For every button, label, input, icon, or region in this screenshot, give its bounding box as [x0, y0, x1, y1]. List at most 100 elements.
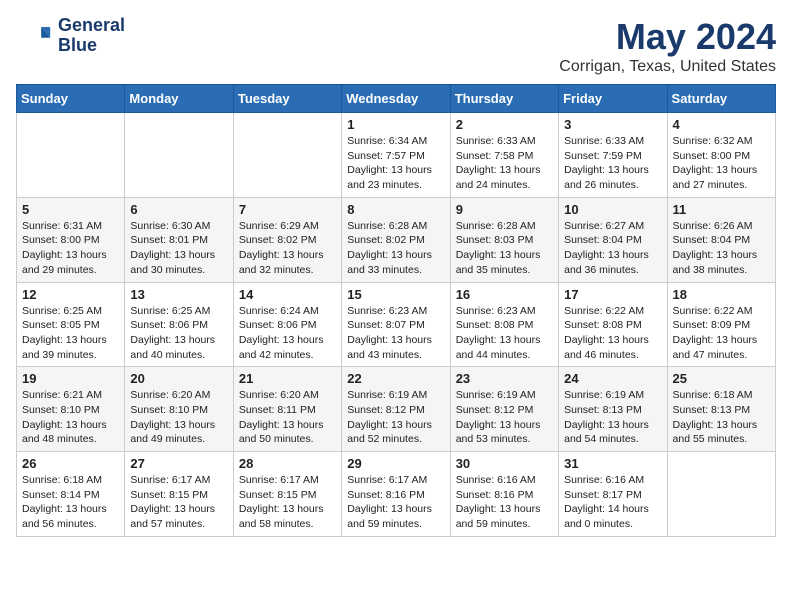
day-info: Sunrise: 6:33 AM Sunset: 7:59 PM Dayligh…	[564, 134, 661, 193]
calendar-cell: 6Sunrise: 6:30 AM Sunset: 8:01 PM Daylig…	[125, 197, 233, 282]
day-of-week-header: Tuesday	[233, 85, 341, 113]
day-info: Sunrise: 6:19 AM Sunset: 8:13 PM Dayligh…	[564, 388, 661, 447]
day-info: Sunrise: 6:22 AM Sunset: 8:08 PM Dayligh…	[564, 304, 661, 363]
calendar-cell: 1 Sunrise: 6:34 AM Sunset: 7:57 PM Daylig…	[342, 113, 450, 198]
day-info: Sunrise: 6:16 AM Sunset: 8:16 PM Dayligh…	[456, 473, 553, 532]
day-number: 5	[22, 202, 119, 217]
day-number: 13	[130, 287, 227, 302]
day-number: 9	[456, 202, 553, 217]
day-info: Sunrise: 6:18 AM Sunset: 8:13 PM Dayligh…	[673, 388, 770, 447]
calendar-cell: 21 Sunrise: 6:20 AM Sunset: 8:11 PM Dayli…	[233, 367, 341, 452]
calendar-week-row: 26 Sunrise: 6:18 AM Sunset: 8:14 PM Dayli…	[17, 452, 776, 537]
day-info: Sunrise: 6:17 AM Sunset: 8:16 PM Dayligh…	[347, 473, 444, 532]
day-number: 27	[130, 456, 227, 471]
day-of-week-header: Thursday	[450, 85, 558, 113]
calendar-cell	[17, 113, 125, 198]
calendar-cell: 13 Sunrise: 6:25 AM Sunset: 8:06 PM Dayli…	[125, 282, 233, 367]
calendar-body: 1 Sunrise: 6:34 AM Sunset: 7:57 PM Daylig…	[17, 113, 776, 537]
calendar-cell: 22 Sunrise: 6:19 AM Sunset: 8:12 PM Dayli…	[342, 367, 450, 452]
day-number: 23	[456, 371, 553, 386]
day-info: Sunrise: 6:16 AM Sunset: 8:17 PM Dayligh…	[564, 473, 661, 532]
day-number: 26	[22, 456, 119, 471]
calendar-cell: 25 Sunrise: 6:18 AM Sunset: 8:13 PM Dayli…	[667, 367, 775, 452]
day-number: 21	[239, 371, 336, 386]
calendar-cell: 31 Sunrise: 6:16 AM Sunset: 8:17 PM Dayli…	[559, 452, 667, 537]
day-info: Sunrise: 6:32 AM Sunset: 8:00 PM Dayligh…	[673, 134, 770, 193]
day-number: 7	[239, 202, 336, 217]
calendar-cell: 20Sunrise: 6:20 AM Sunset: 8:10 PM Dayli…	[125, 367, 233, 452]
logo-text: General Blue	[58, 16, 125, 56]
page-header: General Blue May 2024 Corrigan, Texas, U…	[16, 16, 776, 76]
calendar-cell: 14 Sunrise: 6:24 AM Sunset: 8:06 PM Dayli…	[233, 282, 341, 367]
calendar-cell: 11Sunrise: 6:26 AM Sunset: 8:04 PM Dayli…	[667, 197, 775, 282]
calendar-cell: 4 Sunrise: 6:32 AM Sunset: 8:00 PM Daylig…	[667, 113, 775, 198]
calendar-cell: 5 Sunrise: 6:31 AM Sunset: 8:00 PM Daylig…	[17, 197, 125, 282]
day-info: Sunrise: 6:18 AM Sunset: 8:14 PM Dayligh…	[22, 473, 119, 532]
calendar-cell: 29 Sunrise: 6:17 AM Sunset: 8:16 PM Dayli…	[342, 452, 450, 537]
calendar-week-row: 1 Sunrise: 6:34 AM Sunset: 7:57 PM Daylig…	[17, 113, 776, 198]
day-number: 31	[564, 456, 661, 471]
day-info: Sunrise: 6:30 AM Sunset: 8:01 PM Dayligh…	[130, 219, 227, 278]
day-number: 24	[564, 371, 661, 386]
calendar-week-row: 19 Sunrise: 6:21 AM Sunset: 8:10 PM Dayli…	[17, 367, 776, 452]
day-number: 14	[239, 287, 336, 302]
day-info: Sunrise: 6:21 AM Sunset: 8:10 PM Dayligh…	[22, 388, 119, 447]
calendar-cell: 9 Sunrise: 6:28 AM Sunset: 8:03 PM Daylig…	[450, 197, 558, 282]
day-number: 25	[673, 371, 770, 386]
day-info: Sunrise: 6:29 AM Sunset: 8:02 PM Dayligh…	[239, 219, 336, 278]
day-number: 12	[22, 287, 119, 302]
calendar-cell: 3 Sunrise: 6:33 AM Sunset: 7:59 PM Daylig…	[559, 113, 667, 198]
day-number: 16	[456, 287, 553, 302]
day-info: Sunrise: 6:28 AM Sunset: 8:02 PM Dayligh…	[347, 219, 444, 278]
day-number: 22	[347, 371, 444, 386]
calendar-cell	[125, 113, 233, 198]
day-number: 19	[22, 371, 119, 386]
day-number: 17	[564, 287, 661, 302]
day-info: Sunrise: 6:22 AM Sunset: 8:09 PM Dayligh…	[673, 304, 770, 363]
day-of-week-header: Monday	[125, 85, 233, 113]
calendar-cell: 26 Sunrise: 6:18 AM Sunset: 8:14 PM Dayli…	[17, 452, 125, 537]
day-info: Sunrise: 6:25 AM Sunset: 8:05 PM Dayligh…	[22, 304, 119, 363]
day-info: Sunrise: 6:19 AM Sunset: 8:12 PM Dayligh…	[456, 388, 553, 447]
calendar-cell: 15Sunrise: 6:23 AM Sunset: 8:07 PM Dayli…	[342, 282, 450, 367]
calendar-cell: 27Sunrise: 6:17 AM Sunset: 8:15 PM Dayli…	[125, 452, 233, 537]
day-info: Sunrise: 6:26 AM Sunset: 8:04 PM Dayligh…	[673, 219, 770, 278]
day-number: 3	[564, 117, 661, 132]
day-number: 8	[347, 202, 444, 217]
subtitle: Corrigan, Texas, United States	[559, 58, 776, 76]
day-info: Sunrise: 6:33 AM Sunset: 7:58 PM Dayligh…	[456, 134, 553, 193]
logo-icon	[16, 18, 52, 54]
calendar-cell: 18Sunrise: 6:22 AM Sunset: 8:09 PM Dayli…	[667, 282, 775, 367]
calendar-week-row: 5 Sunrise: 6:31 AM Sunset: 8:00 PM Daylig…	[17, 197, 776, 282]
day-of-week-header: Saturday	[667, 85, 775, 113]
calendar-header-row: SundayMondayTuesdayWednesdayThursdayFrid…	[17, 85, 776, 113]
calendar-cell	[667, 452, 775, 537]
day-info: Sunrise: 6:20 AM Sunset: 8:11 PM Dayligh…	[239, 388, 336, 447]
day-info: Sunrise: 6:20 AM Sunset: 8:10 PM Dayligh…	[130, 388, 227, 447]
day-number: 4	[673, 117, 770, 132]
day-of-week-header: Sunday	[17, 85, 125, 113]
calendar-cell: 17 Sunrise: 6:22 AM Sunset: 8:08 PM Dayli…	[559, 282, 667, 367]
day-info: Sunrise: 6:19 AM Sunset: 8:12 PM Dayligh…	[347, 388, 444, 447]
calendar-cell: 16Sunrise: 6:23 AM Sunset: 8:08 PM Dayli…	[450, 282, 558, 367]
calendar-cell: 12 Sunrise: 6:25 AM Sunset: 8:05 PM Dayli…	[17, 282, 125, 367]
calendar-cell: 28Sunrise: 6:17 AM Sunset: 8:15 PM Dayli…	[233, 452, 341, 537]
day-info: Sunrise: 6:27 AM Sunset: 8:04 PM Dayligh…	[564, 219, 661, 278]
calendar-cell: 8 Sunrise: 6:28 AM Sunset: 8:02 PM Daylig…	[342, 197, 450, 282]
day-number: 10	[564, 202, 661, 217]
day-info: Sunrise: 6:31 AM Sunset: 8:00 PM Dayligh…	[22, 219, 119, 278]
calendar-cell: 7 Sunrise: 6:29 AM Sunset: 8:02 PM Daylig…	[233, 197, 341, 282]
day-info: Sunrise: 6:25 AM Sunset: 8:06 PM Dayligh…	[130, 304, 227, 363]
calendar-cell: 10 Sunrise: 6:27 AM Sunset: 8:04 PM Dayli…	[559, 197, 667, 282]
day-info: Sunrise: 6:28 AM Sunset: 8:03 PM Dayligh…	[456, 219, 553, 278]
day-info: Sunrise: 6:34 AM Sunset: 7:57 PM Dayligh…	[347, 134, 444, 193]
day-number: 1	[347, 117, 444, 132]
calendar-cell: 19 Sunrise: 6:21 AM Sunset: 8:10 PM Dayli…	[17, 367, 125, 452]
day-info: Sunrise: 6:17 AM Sunset: 8:15 PM Dayligh…	[239, 473, 336, 532]
calendar-cell: 24 Sunrise: 6:19 AM Sunset: 8:13 PM Dayli…	[559, 367, 667, 452]
calendar-cell	[233, 113, 341, 198]
calendar-week-row: 12 Sunrise: 6:25 AM Sunset: 8:05 PM Dayli…	[17, 282, 776, 367]
calendar-table: SundayMondayTuesdayWednesdayThursdayFrid…	[16, 84, 776, 537]
day-number: 29	[347, 456, 444, 471]
day-info: Sunrise: 6:24 AM Sunset: 8:06 PM Dayligh…	[239, 304, 336, 363]
